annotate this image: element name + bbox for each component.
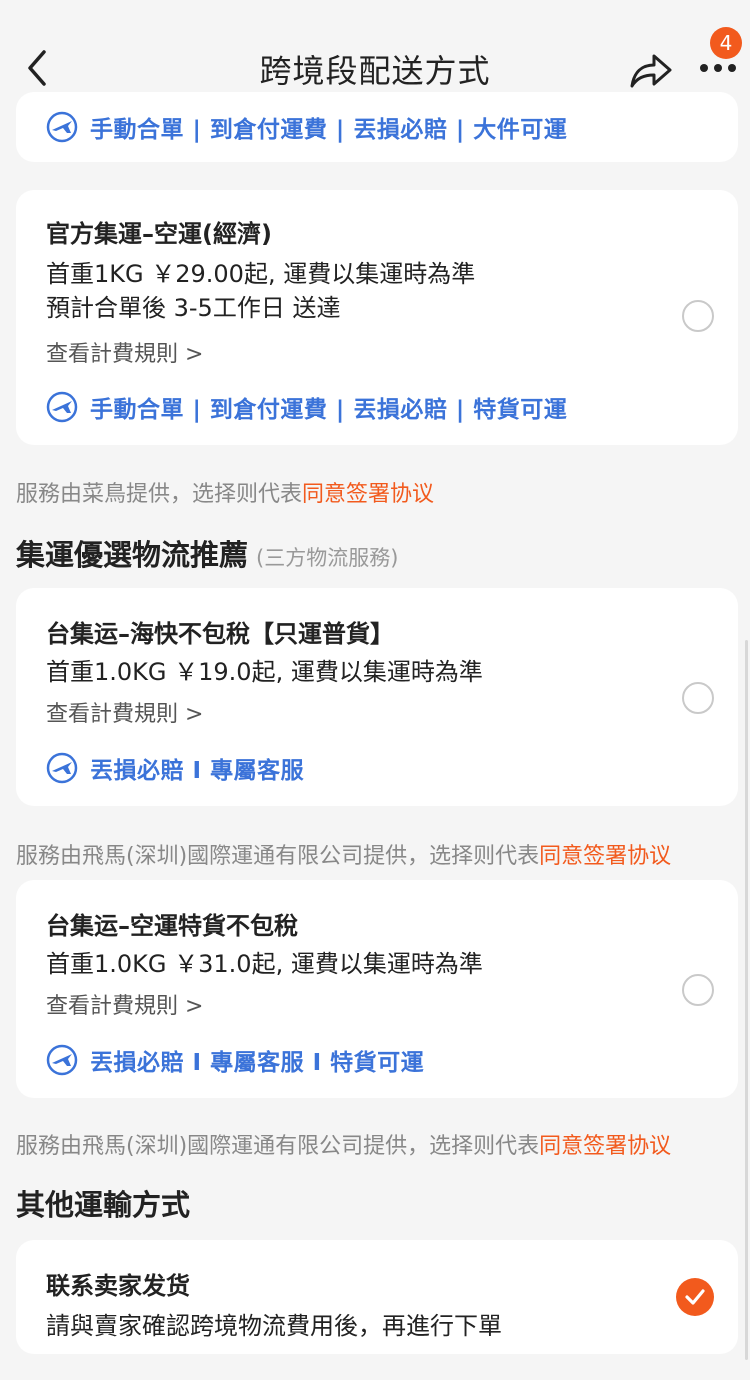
select-radio-checked[interactable] xyxy=(676,1278,714,1316)
shipping-option-official-air[interactable]: 官方集運–空運(經濟) 首重1KG ￥29.00起, 運費以集運時為準 預計合單… xyxy=(16,190,738,445)
notification-badge: 4 xyxy=(710,27,742,59)
airplane-icon xyxy=(46,111,78,143)
feature-tags: 丟損必賠 I 專屬客服 xyxy=(46,751,304,785)
share-button[interactable] xyxy=(626,48,674,92)
feature-tags: 手動合單 | 到倉付運費 | 丟損必賠 | 大件可運 xyxy=(46,110,567,144)
shipping-option-seller[interactable]: 联系卖家发货 請與賣家確認跨境物流費用後，再進行下單 xyxy=(16,1240,738,1354)
shipping-option-card-partial[interactable]: 手動合單 | 到倉付運費 | 丟損必賠 | 大件可運 xyxy=(16,92,738,162)
feature-tags: 手動合單 | 到倉付運費 | 丟損必賠 | 特貨可運 xyxy=(46,390,567,424)
option-title: 联系卖家发货 xyxy=(46,1272,190,1300)
select-radio[interactable] xyxy=(682,974,714,1006)
option-title: 官方集運–空運(經濟) xyxy=(46,220,272,248)
airplane-icon xyxy=(46,391,78,423)
provider-note: 服務由菜鳥提供，选择则代表同意签署协议 xyxy=(16,476,434,508)
agreement-link[interactable]: 同意签署协议 xyxy=(539,1134,671,1159)
option-title: 台集运–空運特貨不包稅 xyxy=(46,912,298,940)
feature-tags-text: 丟損必賠 I 專屬客服 I 特貨可運 xyxy=(90,1050,425,1076)
feature-tags-text: 手動合單 | 到倉付運費 | 丟損必賠 | 大件可運 xyxy=(90,117,568,143)
option-price: 首重1.0KG ￥19.0起, 運費以集運時為準 xyxy=(46,658,483,686)
option-description: 請與賣家確認跨境物流費用後，再進行下單 xyxy=(46,1312,502,1340)
agreement-link[interactable]: 同意签署协议 xyxy=(302,482,434,507)
section-title-text: 集運優選物流推薦 xyxy=(16,538,249,572)
feature-tags: 丟損必賠 I 專屬客服 I 特貨可運 xyxy=(46,1043,424,1077)
pricing-rules-link[interactable]: 查看計費規則 > xyxy=(46,336,203,368)
shipping-option-sea[interactable]: 台集运–海快不包稅【只運普貨】 首重1.0KG ￥19.0起, 運費以集運時為準… xyxy=(16,588,738,806)
option-title: 台集运–海快不包稅【只運普貨】 xyxy=(46,620,394,648)
select-radio[interactable] xyxy=(682,300,714,332)
option-price: 首重1.0KG ￥31.0起, 運費以集運時為準 xyxy=(46,950,483,978)
feature-tags-text: 手動合單 | 到倉付運費 | 丟損必賠 | 特貨可運 xyxy=(90,397,568,423)
section-heading-recommended: 集運優選物流推薦 (三方物流服務) xyxy=(16,532,398,574)
scrollbar[interactable] xyxy=(745,640,748,1360)
checkmark-icon xyxy=(685,1289,705,1305)
feature-tags-text: 丟損必賠 I 專屬客服 xyxy=(90,758,305,784)
airplane-icon xyxy=(46,1044,78,1076)
provider-note-text: 服務由菜鳥提供，选择则代表 xyxy=(16,482,303,507)
select-radio[interactable] xyxy=(682,682,714,714)
option-price: 首重1KG ￥29.00起, 運費以集運時為準 xyxy=(46,260,476,288)
provider-note: 服務由飛馬(深圳)國際運通有限公司提供，选择则代表同意签署协议 xyxy=(16,838,671,870)
section-heading-other: 其他運輸方式 xyxy=(16,1182,190,1224)
section-subtitle: (三方物流服務) xyxy=(256,546,399,570)
provider-note: 服務由飛馬(深圳)國際運通有限公司提供，选择则代表同意签署协议 xyxy=(16,1128,671,1160)
provider-note-text: 服務由飛馬(深圳)國際運通有限公司提供，选择则代表 xyxy=(16,1134,540,1159)
section-title-text: 其他運輸方式 xyxy=(16,1188,191,1222)
provider-note-text: 服務由飛馬(深圳)國際運通有限公司提供，选择则代表 xyxy=(16,844,540,869)
shipping-option-air-special[interactable]: 台集运–空運特貨不包稅 首重1.0KG ￥31.0起, 運費以集運時為準 查看計… xyxy=(16,880,738,1098)
option-eta: 預計合單後 3-5工作日 送達 xyxy=(46,294,341,322)
airplane-icon xyxy=(46,752,78,784)
pricing-rules-link[interactable]: 查看計費規則 > xyxy=(46,988,203,1020)
pricing-rules-link[interactable]: 查看計費規則 > xyxy=(46,696,203,728)
agreement-link[interactable]: 同意签署协议 xyxy=(539,844,671,869)
share-icon xyxy=(630,54,672,88)
